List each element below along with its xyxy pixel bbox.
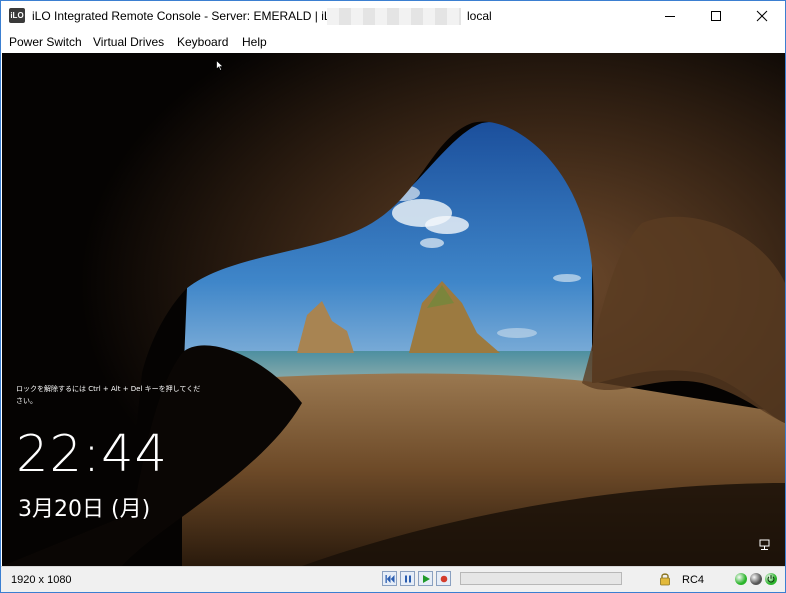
menu-bar: Power Switch Virtual Drives Keyboard Hel… (1, 31, 785, 53)
pause-button[interactable] (400, 571, 415, 586)
close-icon (756, 10, 768, 22)
network-icon[interactable] (759, 539, 771, 551)
rewind-button[interactable] (382, 571, 397, 586)
maximize-icon (711, 11, 721, 21)
menu-keyboard[interactable]: Keyboard (177, 35, 228, 49)
rewind-icon (385, 575, 395, 583)
lock-screen-wallpaper (2, 53, 785, 566)
encryption-cipher: RC4 (682, 574, 705, 586)
remote-display[interactable]: ロックを解除するには Ctrl + Alt + Del キーを押してください。 … (2, 53, 785, 566)
window-title: iLO Integrated Remote Console - Server: … (32, 9, 344, 23)
lock-screen-clock: 22:44 (16, 425, 168, 484)
lock-screen-date: 3月20日 (月) (18, 497, 151, 522)
play-button[interactable] (418, 571, 433, 586)
padlock-icon (660, 573, 670, 586)
remote-console-window: iLO iLO Integrated Remote Console - Serv… (0, 0, 786, 593)
ilo-logo-icon: iLO (9, 8, 25, 23)
record-button[interactable] (436, 571, 451, 586)
title-bar[interactable]: iLO iLO Integrated Remote Console - Serv… (1, 1, 785, 31)
mouse-cursor-icon (216, 60, 224, 71)
status-led-gray (750, 573, 762, 585)
menu-virtual-drives[interactable]: Virtual Drives (93, 35, 164, 49)
play-icon (423, 575, 430, 583)
menu-help[interactable]: Help (242, 35, 267, 49)
window-title-suffix: local (467, 9, 492, 23)
record-icon (440, 575, 448, 583)
pause-icon (405, 575, 411, 583)
unlock-instruction-text: ロックを解除するには Ctrl + Alt + Del キーを押してください。 (16, 385, 201, 405)
maximize-button[interactable] (693, 1, 739, 31)
menu-power-switch[interactable]: Power Switch (9, 35, 82, 49)
redacted-hostname (327, 8, 461, 25)
playback-progress-bar[interactable] (460, 572, 622, 585)
power-icon (767, 575, 775, 583)
status-led-green (735, 573, 747, 585)
close-button[interactable] (739, 1, 785, 31)
power-led-icon[interactable] (765, 573, 777, 585)
minimize-icon (665, 16, 675, 17)
minimize-button[interactable] (647, 1, 693, 31)
status-bar: 1920 x 1080 RC4 (1, 566, 785, 592)
screen-resolution: 1920 x 1080 (11, 574, 72, 586)
